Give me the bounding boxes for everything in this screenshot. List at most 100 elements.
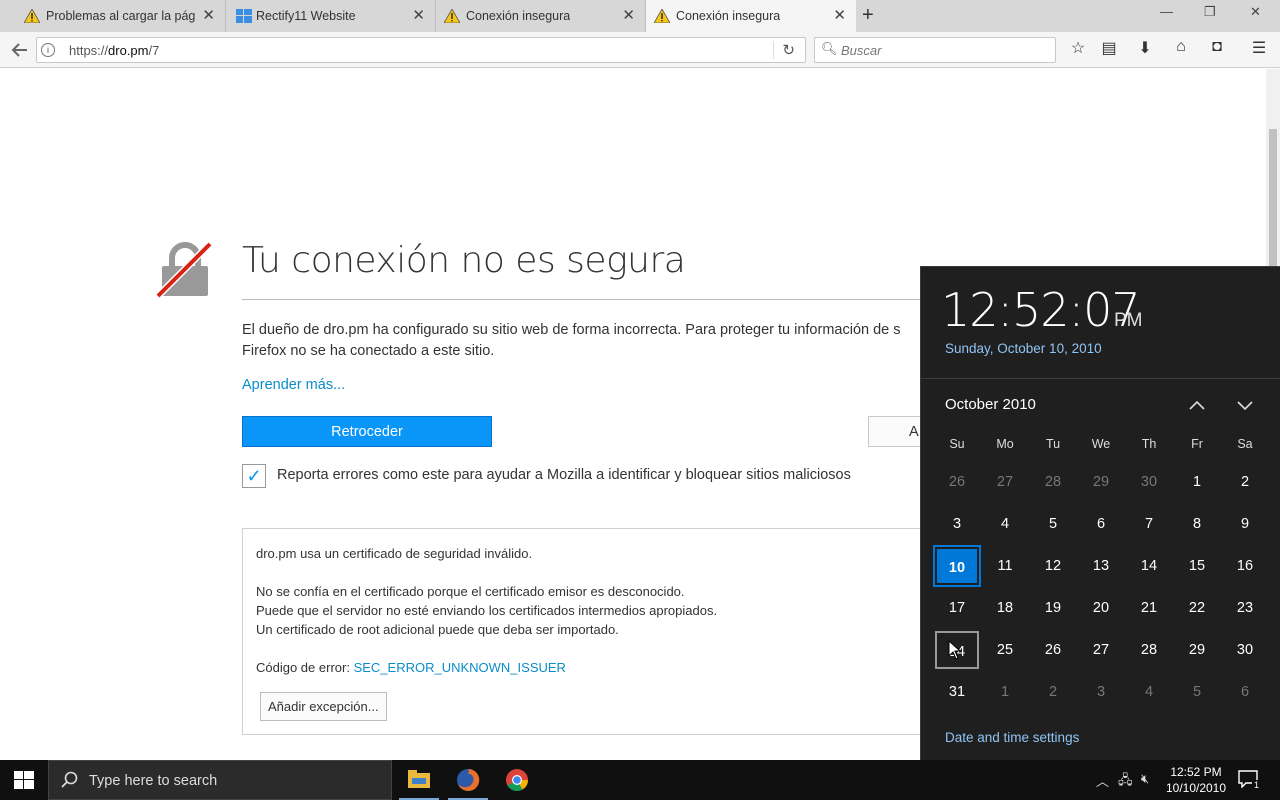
calendar-day[interactable]: 1 (1175, 463, 1219, 501)
hamburger-menu-icon[interactable]: ☰ (1247, 38, 1271, 62)
advanced-button[interactable]: A (868, 416, 928, 447)
calendar-day[interactable]: 11 (983, 547, 1027, 585)
site-info-icon[interactable]: i (41, 43, 55, 57)
weekday-header: Tu (1045, 437, 1061, 451)
tab-label: Problemas al cargar la pág... (46, 9, 196, 23)
flyout-date-link[interactable]: Sunday, October 10, 2010 (945, 341, 1102, 356)
calendar-day[interactable]: 5 (1031, 505, 1075, 543)
calendar-day[interactable]: 2 (1223, 463, 1267, 501)
pocket-icon[interactable]: ◘ (1205, 38, 1229, 62)
calendar-day[interactable]: 17 (935, 589, 979, 627)
calendar-day-other-month[interactable]: 30 (1127, 463, 1171, 501)
calendar-day[interactable]: 22 (1175, 589, 1219, 627)
close-tab-icon[interactable]: ✕ (202, 6, 215, 24)
firefox-icon[interactable] (444, 760, 492, 800)
warning-icon (444, 9, 460, 23)
calendar-day[interactable]: 19 (1031, 589, 1075, 627)
taskbar-search-input[interactable]: Type here to search (48, 760, 392, 800)
calendar-day[interactable]: 28 (1127, 631, 1171, 669)
calendar-day[interactable]: 30 (1223, 631, 1267, 669)
url-path: /7 (148, 43, 160, 58)
calendar-day[interactable]: 14 (1127, 547, 1171, 585)
address-bar[interactable]: i https://dro.pm/7 ↻ (36, 37, 806, 63)
close-tab-icon[interactable]: ✕ (833, 6, 846, 24)
restore-icon[interactable]: ❐ (1204, 4, 1216, 20)
calendar-day-other-month[interactable]: 5 (1175, 673, 1219, 711)
new-tab-button[interactable]: + (862, 4, 874, 27)
calendar-day[interactable]: 9 (1223, 505, 1267, 543)
calendar-day[interactable]: 8 (1175, 505, 1219, 543)
calendar-day-other-month[interactable]: 28 (1031, 463, 1075, 501)
calendar-day-other-month[interactable]: 29 (1079, 463, 1123, 501)
network-icon[interactable]: 🖧 (1118, 771, 1133, 793)
weekday-header: Sa (1237, 437, 1253, 451)
calendar-day-other-month[interactable]: 26 (935, 463, 979, 501)
tab-2[interactable]: Rectify11 Website ✕ (226, 0, 436, 32)
tab-4-active[interactable]: Conexión insegura ✕ (646, 0, 856, 32)
error-code-label: Código de error: (256, 660, 354, 675)
calendar-day-other-month[interactable]: 4 (1127, 673, 1171, 711)
report-checkbox-label: Reporta errores como este para ayudar a … (277, 467, 851, 483)
learn-more-link[interactable]: Aprender más... (242, 377, 345, 393)
calendar-day[interactable]: 18 (983, 589, 1027, 627)
calendar-day[interactable]: 13 (1079, 547, 1123, 585)
calendar-day[interactable]: 31 (935, 673, 979, 711)
error-code-link[interactable]: SEC_ERROR_UNKNOWN_ISSUER (354, 660, 566, 675)
search-input[interactable]: 🔍︎ Buscar (814, 37, 1056, 63)
home-icon[interactable]: ⌂ (1169, 38, 1193, 62)
calendar-day-other-month[interactable]: 1 (983, 673, 1027, 711)
calendar-day[interactable]: 26 (1031, 631, 1075, 669)
go-back-button[interactable]: Retroceder (242, 416, 492, 447)
calendar-day[interactable]: 12 (1031, 547, 1075, 585)
close-tab-icon[interactable]: ✕ (412, 6, 425, 24)
cert-line-4: Un certificado de root adicional puede q… (256, 622, 619, 637)
calendar-day[interactable]: 10 (933, 545, 981, 587)
minimize-icon[interactable]: — (1160, 4, 1173, 19)
weekday-header: Mo (996, 437, 1014, 451)
previous-month-chevron-up-icon[interactable] (1185, 395, 1209, 415)
tab-1[interactable]: Problemas al cargar la pág... ✕ (0, 0, 226, 32)
back-arrow-icon[interactable] (8, 38, 32, 62)
calendar-month-label[interactable]: October 2010 (945, 396, 1036, 413)
close-window-icon[interactable]: ✕ (1250, 4, 1261, 20)
search-placeholder: Buscar (841, 43, 882, 58)
calendar-day[interactable]: 29 (1175, 631, 1219, 669)
calendar-day-other-month[interactable]: 27 (983, 463, 1027, 501)
flyout-time: 12:52:07 (941, 283, 1141, 337)
date-time-settings-link[interactable]: Date and time settings (945, 730, 1079, 745)
calendar-day[interactable]: 7 (1127, 505, 1171, 543)
report-checkbox[interactable]: ✓ (242, 464, 266, 488)
calendar-day[interactable]: 3 (935, 505, 979, 543)
calendar-day[interactable]: 21 (1127, 589, 1171, 627)
next-month-chevron-down-icon[interactable] (1233, 395, 1257, 415)
calendar-day[interactable]: 6 (1079, 505, 1123, 543)
chrome-icon[interactable] (493, 760, 541, 800)
taskbar-search-placeholder: Type here to search (89, 773, 218, 789)
calendar-day-other-month[interactable]: 3 (1079, 673, 1123, 711)
calendar-day[interactable]: 27 (1079, 631, 1123, 669)
windows-start-icon[interactable] (14, 771, 34, 789)
calendar-day[interactable]: 23 (1223, 589, 1267, 627)
calendar-day[interactable]: 4 (983, 505, 1027, 543)
volume-muted-icon[interactable]: 🔇︎ (1141, 771, 1149, 787)
calendar-day-other-month[interactable]: 6 (1223, 673, 1267, 711)
calendar-day[interactable]: 25 (983, 631, 1027, 669)
file-explorer-icon[interactable] (395, 760, 443, 800)
calendar-day-other-month[interactable]: 2 (1031, 673, 1075, 711)
calendar-day[interactable]: 20 (1079, 589, 1123, 627)
tab-3[interactable]: Conexión insegura ✕ (436, 0, 646, 32)
reload-icon[interactable]: ↻ (773, 41, 795, 59)
bookmark-star-icon[interactable]: ☆ (1066, 38, 1090, 62)
add-exception-button[interactable]: Añadir excepción... (260, 692, 387, 721)
calendar-day[interactable]: 16 (1223, 547, 1267, 585)
flyout-ampm: PM (1114, 310, 1143, 331)
mouse-cursor-icon (948, 640, 962, 660)
calendar-day[interactable]: 15 (1175, 547, 1219, 585)
taskbar-clock[interactable]: 12:52 PM 10/10/2010 (1160, 764, 1232, 796)
close-tab-icon[interactable]: ✕ (622, 6, 635, 24)
cert-line-2: No se confía en el certificado porque el… (256, 584, 685, 599)
bookmarks-library-icon[interactable]: ▤ (1097, 38, 1121, 62)
downloads-icon[interactable]: ⬇ (1133, 38, 1157, 62)
show-hidden-icons-chevron-icon[interactable]: ︿ (1096, 771, 1109, 790)
navigation-bar: i https://dro.pm/7 ↻ 🔍︎ Buscar ☆ ▤ ⬇ ⌂ ◘… (0, 32, 1280, 68)
